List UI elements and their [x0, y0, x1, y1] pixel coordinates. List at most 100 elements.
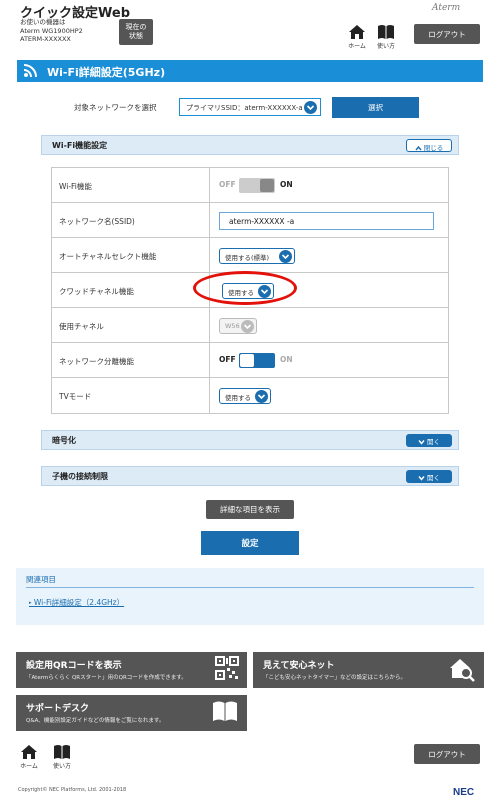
howto-label: 使い方: [52, 763, 71, 770]
howto-button[interactable]: 使い方: [373, 24, 399, 52]
device-line-3: ATERM-XXXXXX: [20, 35, 71, 43]
table-row: TVモード 使用する: [52, 378, 448, 413]
ssid-label: ネットワーク名(SSID): [52, 203, 210, 237]
collapse-label: 閉じる: [423, 144, 444, 152]
book-icon: [54, 745, 70, 759]
tv-mode-value: 使用する: [225, 394, 251, 402]
chevron-down-icon: [241, 320, 254, 333]
off-label: OFF: [219, 355, 236, 364]
device-line-1: お使いの機器は: [20, 18, 66, 26]
qr-card-title: 設定用QRコードを表示: [26, 661, 122, 671]
related-link-text: Wi-Fi詳細設定（2.4GHz）: [33, 598, 125, 607]
howto-label: 使い方: [376, 43, 395, 50]
house-magnifier-icon: [450, 659, 475, 682]
tv-mode-label: TVモード: [52, 378, 210, 413]
bottom-logout-button[interactable]: ログアウト: [414, 744, 480, 764]
target-network-select[interactable]: プライマリSSID：aterm-XXXXXX-a: [179, 98, 321, 116]
nec-logo: NEC: [453, 787, 475, 798]
table-row: ネットワーク名(SSID) aterm-XXXXXX -a: [52, 203, 448, 238]
expand-label: 開く: [427, 438, 441, 446]
book-icon: [378, 25, 394, 39]
highlight-ring: [193, 271, 297, 305]
tv-mode-select[interactable]: 使用する: [219, 388, 271, 404]
switch-track: [239, 178, 275, 193]
safe-card-desc: 「こども安心ネットタイマー」などの設定はこちらから。: [263, 675, 407, 681]
qr-card-desc: 「Atermらくらく QRスタート」用のQRコードを作成できます。: [26, 675, 187, 681]
safe-card-title: 見えて安心ネット: [263, 661, 335, 671]
home-icon: [21, 745, 37, 759]
wifi-settings-section-header[interactable]: Wi-Fi機能設定 閉じる: [41, 135, 459, 155]
show-details-button[interactable]: 詳細な項目を表示: [206, 500, 294, 519]
support-card-title: サポートデスク: [26, 704, 90, 714]
ssid-input[interactable]: aterm-XXXXXX -a: [219, 212, 434, 230]
qr-code-icon: [215, 656, 239, 680]
home-icon: [349, 25, 365, 39]
auto-channel-label: オートチャネルセレクト機能: [52, 238, 210, 272]
bullet-icon: ▸: [29, 600, 32, 606]
child-limit-section-title: 子機の接続制限: [52, 472, 108, 481]
divider: [26, 587, 474, 588]
aterm-logo: Aterm: [432, 3, 461, 13]
quad-channel-label: クワッドチャネル機能: [52, 273, 210, 307]
wifi-function-label: Wi-Fi機能: [52, 168, 210, 202]
open-book-icon: [213, 701, 237, 721]
select-network-button[interactable]: 選択: [332, 97, 419, 118]
qr-code-card[interactable]: 設定用QRコードを表示 「Atermらくらく QRスタート」用のQRコードを作成…: [16, 652, 247, 688]
home-label: ホーム: [20, 763, 38, 770]
status-line-1: 現在の: [125, 23, 147, 31]
chevron-up-icon: [415, 145, 422, 151]
current-status-button[interactable]: 現在の 状態: [119, 19, 153, 45]
auto-channel-select[interactable]: 使用する(標準): [219, 248, 295, 264]
auto-channel-value: 使用する(標準): [225, 254, 270, 262]
chevron-down-icon: [255, 390, 268, 403]
table-row: オートチャネルセレクト機能 使用する(標準): [52, 238, 448, 273]
channel-label: 使用チャネル: [52, 308, 210, 342]
on-label: ON: [280, 355, 293, 364]
off-label: OFF: [219, 180, 236, 189]
header: クイック設定Web お使いの機器は Aterm WG1900HP2 ATERM-…: [0, 0, 500, 58]
related-link[interactable]: ▸ Wi-Fi詳細設定（2.4GHz）: [29, 597, 124, 608]
chevron-down-icon: [279, 250, 292, 263]
network-isolation-label: ネットワーク分離機能: [52, 343, 210, 377]
expand-button[interactable]: 開く: [406, 434, 452, 447]
related-panel: 関連項目 ▸ Wi-Fi詳細設定（2.4GHz）: [16, 568, 484, 625]
copyright: Copyright© NEC Platforms, Ltd. 2001-2018: [18, 787, 127, 793]
bottom-home-button[interactable]: ホーム: [16, 744, 42, 772]
chevron-down-icon: [418, 440, 425, 445]
wifi-icon: [23, 64, 37, 78]
switch-knob: [240, 354, 254, 367]
chevron-down-icon: [418, 476, 425, 481]
page: クイック設定Web お使いの機器は Aterm WG1900HP2 ATERM-…: [0, 0, 500, 810]
support-desk-card[interactable]: サポートデスク Q&A、機能別設定ガイドなどの情報をご覧になれます。: [16, 695, 247, 731]
switch-track: [239, 353, 275, 368]
table-row: 使用チャネル W56: [52, 308, 448, 343]
status-line-2: 状態: [129, 32, 143, 40]
switch-knob: [260, 179, 274, 192]
safe-net-card[interactable]: 見えて安心ネット 「こども安心ネットタイマー」などの設定はこちらから。: [253, 652, 484, 688]
target-network-label: 対象ネットワークを選択: [74, 103, 157, 112]
bottom-howto-button[interactable]: 使い方: [49, 744, 75, 772]
encryption-section-title: 暗号化: [52, 436, 76, 445]
expand-label: 開く: [427, 474, 441, 482]
apply-button[interactable]: 設定: [201, 531, 299, 555]
chevron-down-icon: [304, 101, 317, 114]
expand-button[interactable]: 開く: [406, 470, 452, 483]
collapse-button[interactable]: 閉じる: [406, 139, 452, 152]
page-title-bar: Wi-Fi詳細設定(5GHz): [17, 60, 483, 82]
page-title: Wi-Fi詳細設定(5GHz): [47, 66, 166, 79]
device-line-2: Aterm WG1900HP2: [20, 26, 83, 35]
support-card-desc: Q&A、機能別設定ガイドなどの情報をご覧になれます。: [26, 718, 165, 724]
encryption-section-header[interactable]: 暗号化 開く: [41, 430, 459, 450]
wifi-settings-section-title: Wi-Fi機能設定: [52, 141, 108, 150]
device-info: お使いの機器は Aterm WG1900HP2 ATERM-XXXXXX: [20, 18, 83, 44]
logout-button[interactable]: ログアウト: [414, 24, 480, 44]
home-button[interactable]: ホーム: [344, 24, 370, 52]
target-network-value: プライマリSSID：aterm-XXXXXX-a: [186, 104, 303, 112]
channel-select: W56: [219, 318, 257, 334]
related-title: 関連項目: [26, 575, 56, 584]
table-row: Wi-Fi機能 OFF ON: [52, 168, 448, 203]
on-label: ON: [280, 180, 293, 189]
channel-value: W56: [225, 322, 240, 330]
child-limit-section-header[interactable]: 子機の接続制限 開く: [41, 466, 459, 486]
home-label: ホーム: [348, 43, 366, 50]
